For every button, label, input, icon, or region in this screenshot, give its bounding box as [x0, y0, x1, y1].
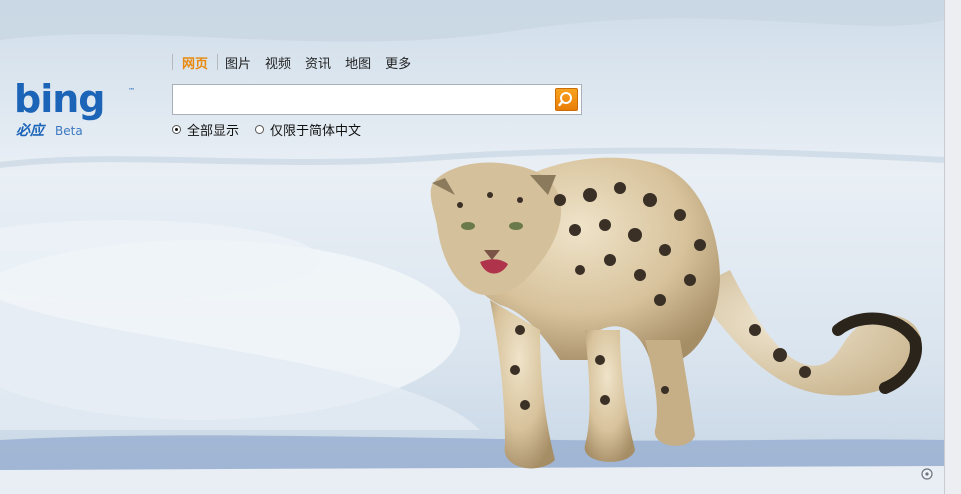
nav-item-images[interactable]: 图片	[218, 53, 258, 72]
background-image	[0, 0, 944, 494]
radio-button-all[interactable]	[172, 125, 181, 134]
nav-item-news[interactable]: 资讯	[298, 53, 338, 72]
search-button[interactable]	[555, 88, 578, 111]
radio-button-simplified-chinese[interactable]	[255, 125, 265, 134]
svg-text:™: ™	[128, 87, 135, 95]
nav-item-maps[interactable]: 地图	[338, 53, 378, 72]
search-box	[172, 84, 582, 115]
beta-badge: Beta	[55, 124, 83, 138]
bing-wordmark: bing ™	[14, 80, 135, 121]
copyright-info-icon[interactable]	[920, 466, 934, 480]
search-scope-options: 全部显示 仅限于简体中文	[172, 120, 377, 139]
scope-option-simplified-chinese[interactable]: 仅限于简体中文	[255, 120, 361, 139]
nav-item-more[interactable]: 更多	[378, 53, 418, 72]
nav-item-videos[interactable]: 视频	[258, 53, 298, 72]
scope-option-all[interactable]: 全部显示	[172, 120, 239, 139]
bing-logo[interactable]: bing ™ 必应 Beta	[14, 80, 144, 140]
nav-item-web[interactable]: 网页	[173, 53, 217, 72]
window-scrollbar[interactable]	[944, 0, 961, 494]
top-nav: 网页 图片 视频 资讯 地图 更多	[172, 52, 418, 72]
search-input[interactable]	[179, 89, 553, 112]
svg-text:bing: bing	[14, 80, 104, 121]
magnifier-icon	[558, 92, 572, 107]
logo-chinese-name: 必应	[16, 123, 44, 139]
scope-option-all-label: 全部显示	[187, 124, 240, 139]
scope-option-simplified-chinese-label: 仅限于简体中文	[270, 124, 362, 139]
